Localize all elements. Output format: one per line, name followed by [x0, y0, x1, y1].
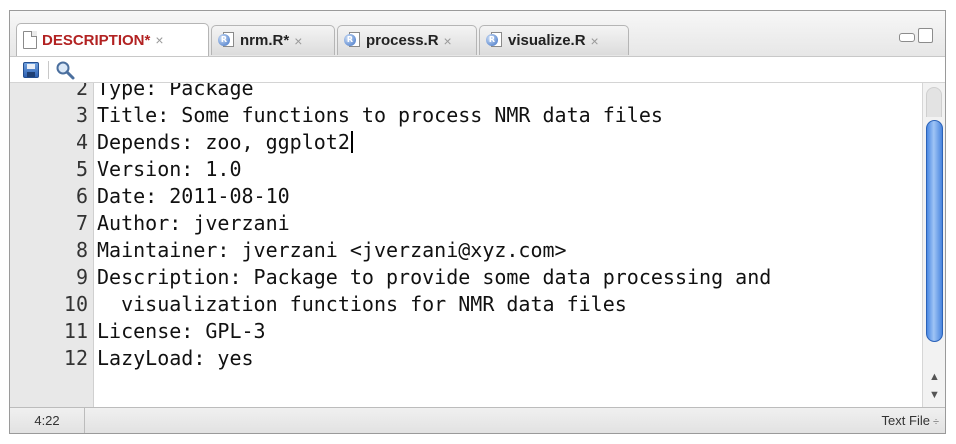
save-icon[interactable] — [23, 62, 39, 78]
line-text: Title: Some functions to process NMR dat… — [97, 103, 663, 127]
text-cursor — [350, 131, 353, 153]
line-number: 9 — [75, 265, 88, 289]
toolbar-divider — [48, 61, 49, 79]
line-number: 4 — [75, 130, 88, 154]
tab-label: DESCRIPTION* — [42, 31, 151, 49]
status-bar: 4:22 Text File ÷ — [10, 407, 945, 433]
line-number: 5 — [75, 157, 88, 181]
minimize-pane-button[interactable] — [899, 33, 915, 42]
maximize-pane-button[interactable] — [918, 28, 933, 43]
line-number: 6 — [75, 184, 88, 208]
text-file-icon — [23, 31, 37, 49]
line-text: visualization functions for NMR data fil… — [97, 292, 627, 316]
scroll-up-arrow-icon[interactable]: ▲ — [925, 368, 944, 386]
tab-bar: DESCRIPTION* × R nrm.R* × R process.R × … — [10, 11, 945, 58]
line-text: Version: 1.0 — [97, 157, 242, 181]
line-text: Type: Package — [97, 83, 254, 100]
tab-description[interactable]: DESCRIPTION* × — [16, 23, 209, 56]
code-editor[interactable]: 2 Type: Package 3 Title: Some functions to… — [10, 83, 922, 407]
line-number: 3 — [75, 103, 88, 127]
line-text: Description: Package to provide some dat… — [97, 265, 772, 289]
scroll-down-arrow-icon[interactable]: ▼ — [925, 386, 944, 404]
r-file-icon: R — [344, 32, 361, 49]
line-text: License: GPL-3 — [97, 319, 266, 343]
line-number: 11 — [63, 319, 88, 343]
tab-close-icon[interactable]: × — [294, 33, 302, 49]
tab-label: nrm.R* — [240, 32, 290, 49]
tab-nrm-r[interactable]: R nrm.R* × — [211, 25, 335, 55]
line-text: Depends: zoo, ggplot2 — [97, 130, 350, 154]
file-type-label: Text File — [881, 413, 930, 428]
vertical-scrollbar[interactable]: ▲ ▼ — [922, 83, 945, 407]
tab-close-icon[interactable]: × — [591, 33, 599, 49]
cursor-position: 4:22 — [10, 408, 85, 433]
r-file-icon: R — [486, 32, 503, 49]
line-number: 8 — [75, 238, 88, 262]
line-number: 7 — [75, 211, 88, 235]
tab-visualize-r[interactable]: R visualize.R × — [479, 25, 629, 55]
line-text: Maintainer: jverzani <jverzani@xyz.com> — [97, 238, 567, 262]
chevron-updown-icon: ÷ — [932, 416, 939, 428]
source-editor-pane: DESCRIPTION* × R nrm.R* × R process.R × … — [9, 10, 946, 434]
line-number: 2 — [75, 83, 88, 100]
line-number: 10 — [63, 292, 88, 316]
scroll-track[interactable] — [926, 87, 942, 117]
line-text: Author: jverzani — [97, 211, 290, 235]
line-text: Date: 2011-08-10 — [97, 184, 290, 208]
tab-close-icon[interactable]: × — [444, 33, 452, 49]
editor-toolbar — [10, 56, 945, 83]
r-file-icon: R — [218, 32, 235, 49]
tab-process-r[interactable]: R process.R × — [337, 25, 477, 55]
tab-label: visualize.R — [508, 32, 586, 49]
line-text-with-cursor: Depends: zoo, ggplot2 — [97, 129, 353, 156]
scroll-thumb[interactable] — [926, 120, 943, 342]
line-text: LazyLoad: yes — [97, 346, 254, 370]
tab-label: process.R — [366, 32, 439, 49]
tab-close-icon[interactable]: × — [155, 32, 163, 48]
file-type-selector[interactable]: Text File ÷ — [882, 408, 939, 433]
find-icon[interactable] — [54, 59, 76, 81]
line-number: 12 — [63, 346, 88, 370]
